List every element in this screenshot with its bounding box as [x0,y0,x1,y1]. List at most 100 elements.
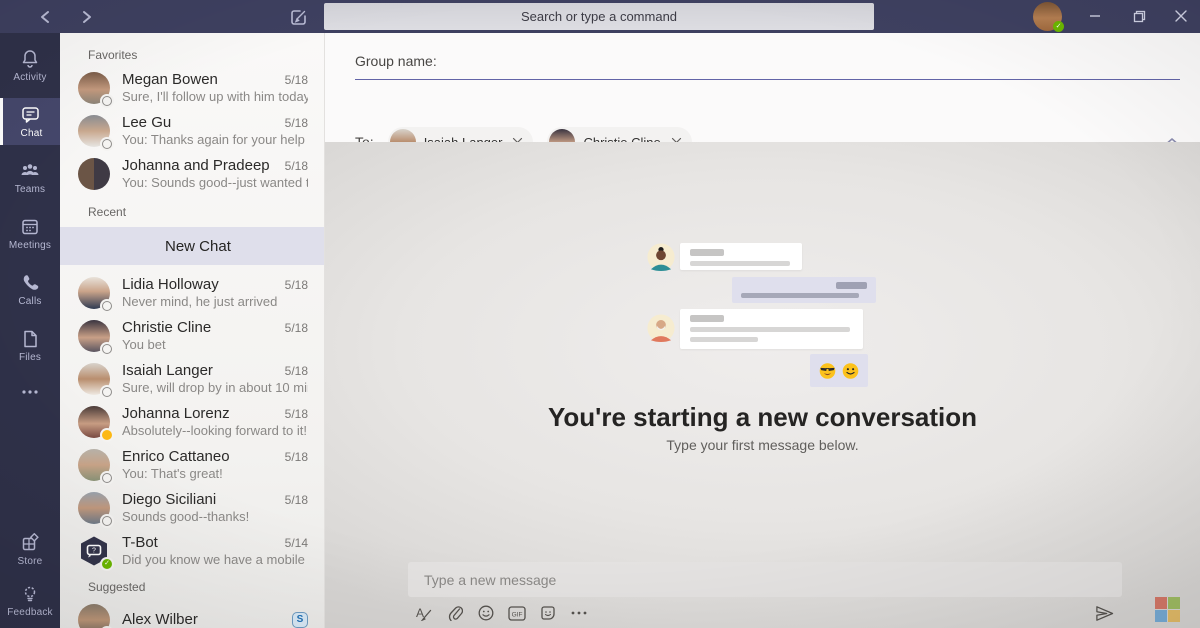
minimize-button[interactable] [1082,6,1108,26]
chat-list-item-johanna-lorenz[interactable]: Johanna Lorenz5/18 Absolutely--looking f… [60,400,324,443]
chat-preview: Sure, I'll follow up with him today [122,89,308,104]
chat-time: 5/18 [285,278,308,292]
chat-list-item-lee-gu[interactable]: Lee Gu 5/18 You: Thanks again for your he… [60,109,324,152]
chat-time: 5/18 [285,493,308,507]
back-icon[interactable] [34,6,56,28]
gif-icon[interactable]: GIF [508,604,526,622]
section-suggested: Suggested [60,572,324,598]
presence-offline-icon [102,96,112,106]
rail-item-store[interactable]: Store [0,526,60,573]
chat-time: 5/18 [285,159,308,173]
close-button[interactable] [1168,6,1194,26]
chat-list-item-johanna-and-pradeep[interactable]: Johanna and Pradeep5/18 You: Sounds good… [60,152,324,195]
skype-icon: S [292,612,308,628]
chat-name: Isaiah Langer [122,362,279,379]
rail-item-meetings[interactable]: Meetings [0,210,60,257]
send-icon[interactable] [1094,604,1114,622]
avatar [78,604,110,628]
chat-name: Lidia Holloway [122,276,279,293]
rail-item-teams[interactable]: Teams [0,154,60,201]
rail-item-files[interactable]: Files [0,322,60,369]
new-chat-pane: Group name: To: Isaiah Langer Christie C… [325,33,1200,628]
group-name-label: Group name: [355,53,437,69]
chat-preview: You: Thanks again for your help at... [122,132,308,147]
title-bar: ✓ [0,0,1200,33]
rail-item-activity[interactable]: Activity [0,42,60,89]
rail-item-chat[interactable]: Chat [0,98,60,145]
placeholder-message-bubble [680,309,863,349]
presence-available-icon: ✓ [102,559,112,569]
group-name-row: Group name: [355,53,1180,80]
presence-offline-icon [102,387,112,397]
chat-time: 5/18 [285,321,308,335]
avatar [78,277,110,309]
chat-time: 5/18 [285,116,308,130]
chat-name: Diego Siciliani [122,491,279,508]
svg-text:A: A [416,606,424,620]
chat-list-item-diego-siciliani[interactable]: Diego Siciliani 5/18 Sounds good--thanks! [60,486,324,529]
emoji-icon[interactable] [477,604,495,622]
teams-app-window: ✓ Activity Chat Teams Meetings [0,0,1200,628]
chat-name: T-Bot [122,534,279,551]
chat-list-item-lidia-holloway[interactable]: Lidia Holloway 5/18 Never mind, he just a… [60,271,324,314]
section-recent: Recent [60,195,324,223]
rail-label: Teams [15,184,45,195]
avatar [78,158,110,190]
avatar [78,363,110,395]
rail-item-feedback[interactable]: Feedback [0,577,60,624]
avatar [78,115,110,147]
new-conversation-illustration: You're starting a new conversation Type … [325,142,1200,628]
presence-away-icon [102,430,112,440]
chat-preview: Sounds good--thanks! [122,509,308,524]
chat-preview: Never mind, he just arrived [122,294,308,309]
chat-time: 5/14 [285,536,308,550]
sticker-icon[interactable] [539,604,557,622]
presence-offline-icon [102,344,112,354]
chat-bubble-icon [20,105,40,125]
format-icon[interactable]: A [415,604,433,622]
group-name-input[interactable] [447,53,1180,69]
file-icon [21,329,39,349]
new-chat-compose-icon[interactable] [286,5,310,29]
chat-name: Lee Gu [122,114,279,131]
chat-time: 5/18 [285,407,308,421]
rail-more-icon[interactable] [0,383,60,401]
illustration-avatar-woman [647,243,675,271]
rail-item-calls[interactable]: Calls [0,266,60,313]
chat-list-item-megan-bowen[interactable]: Megan Bowen5/18 Sure, I'll follow up wit… [60,66,324,109]
attach-icon[interactable] [446,604,464,622]
message-input[interactable] [408,562,1122,597]
chat-name: Enrico Cattaneo [122,448,279,465]
bell-icon [20,49,40,69]
section-favorites: Favorites [60,33,324,66]
presence-offline-icon [102,516,112,526]
rail-label: Store [18,556,43,567]
presence-available-icon: ✓ [1053,21,1064,32]
chat-list-item-alex-wilber[interactable]: Alex Wilber S [60,598,324,628]
forward-icon[interactable] [76,6,98,28]
chat-list-item-enrico-cattaneo[interactable]: Enrico Cattaneo5/18 You: That's great! [60,443,324,486]
calendar-icon [20,217,40,237]
avatar [78,72,110,104]
conversation-canvas: You're starting a new conversation Type … [325,142,1200,628]
chat-preview: You bet [122,337,308,352]
more-options-icon[interactable] [570,604,588,622]
svg-text:GIF: GIF [512,611,523,618]
user-avatar[interactable]: ✓ [1033,2,1062,31]
chat-time: 5/18 [285,450,308,464]
chat-preview: You: Sounds good--just wanted to... [122,175,308,190]
chat-list-item-isaiah-langer[interactable]: Isaiah Langer5/18 Sure, will drop by in … [60,357,324,400]
chat-time: 5/18 [285,73,308,87]
chat-list-item-new-chat-selected[interactable]: New Chat [60,227,324,265]
placeholder-emoji-bubble [810,354,868,387]
rail-label: Calls [18,296,41,307]
chat-list-item-christie-cline[interactable]: Christie Cline 5/18 You bet [60,314,324,357]
presence-offline-icon [102,139,112,149]
chat-name: Christie Cline [122,319,279,336]
maximize-button[interactable] [1126,6,1152,26]
chat-list-item-t-bot[interactable]: ? ✓ T-Bot5/14 Did you know we have a mob… [60,529,324,572]
search-input[interactable] [324,3,874,30]
rail-label: Chat [21,128,43,139]
chat-time: 5/18 [285,364,308,378]
empty-state-heading: You're starting a new conversation [325,402,1200,433]
